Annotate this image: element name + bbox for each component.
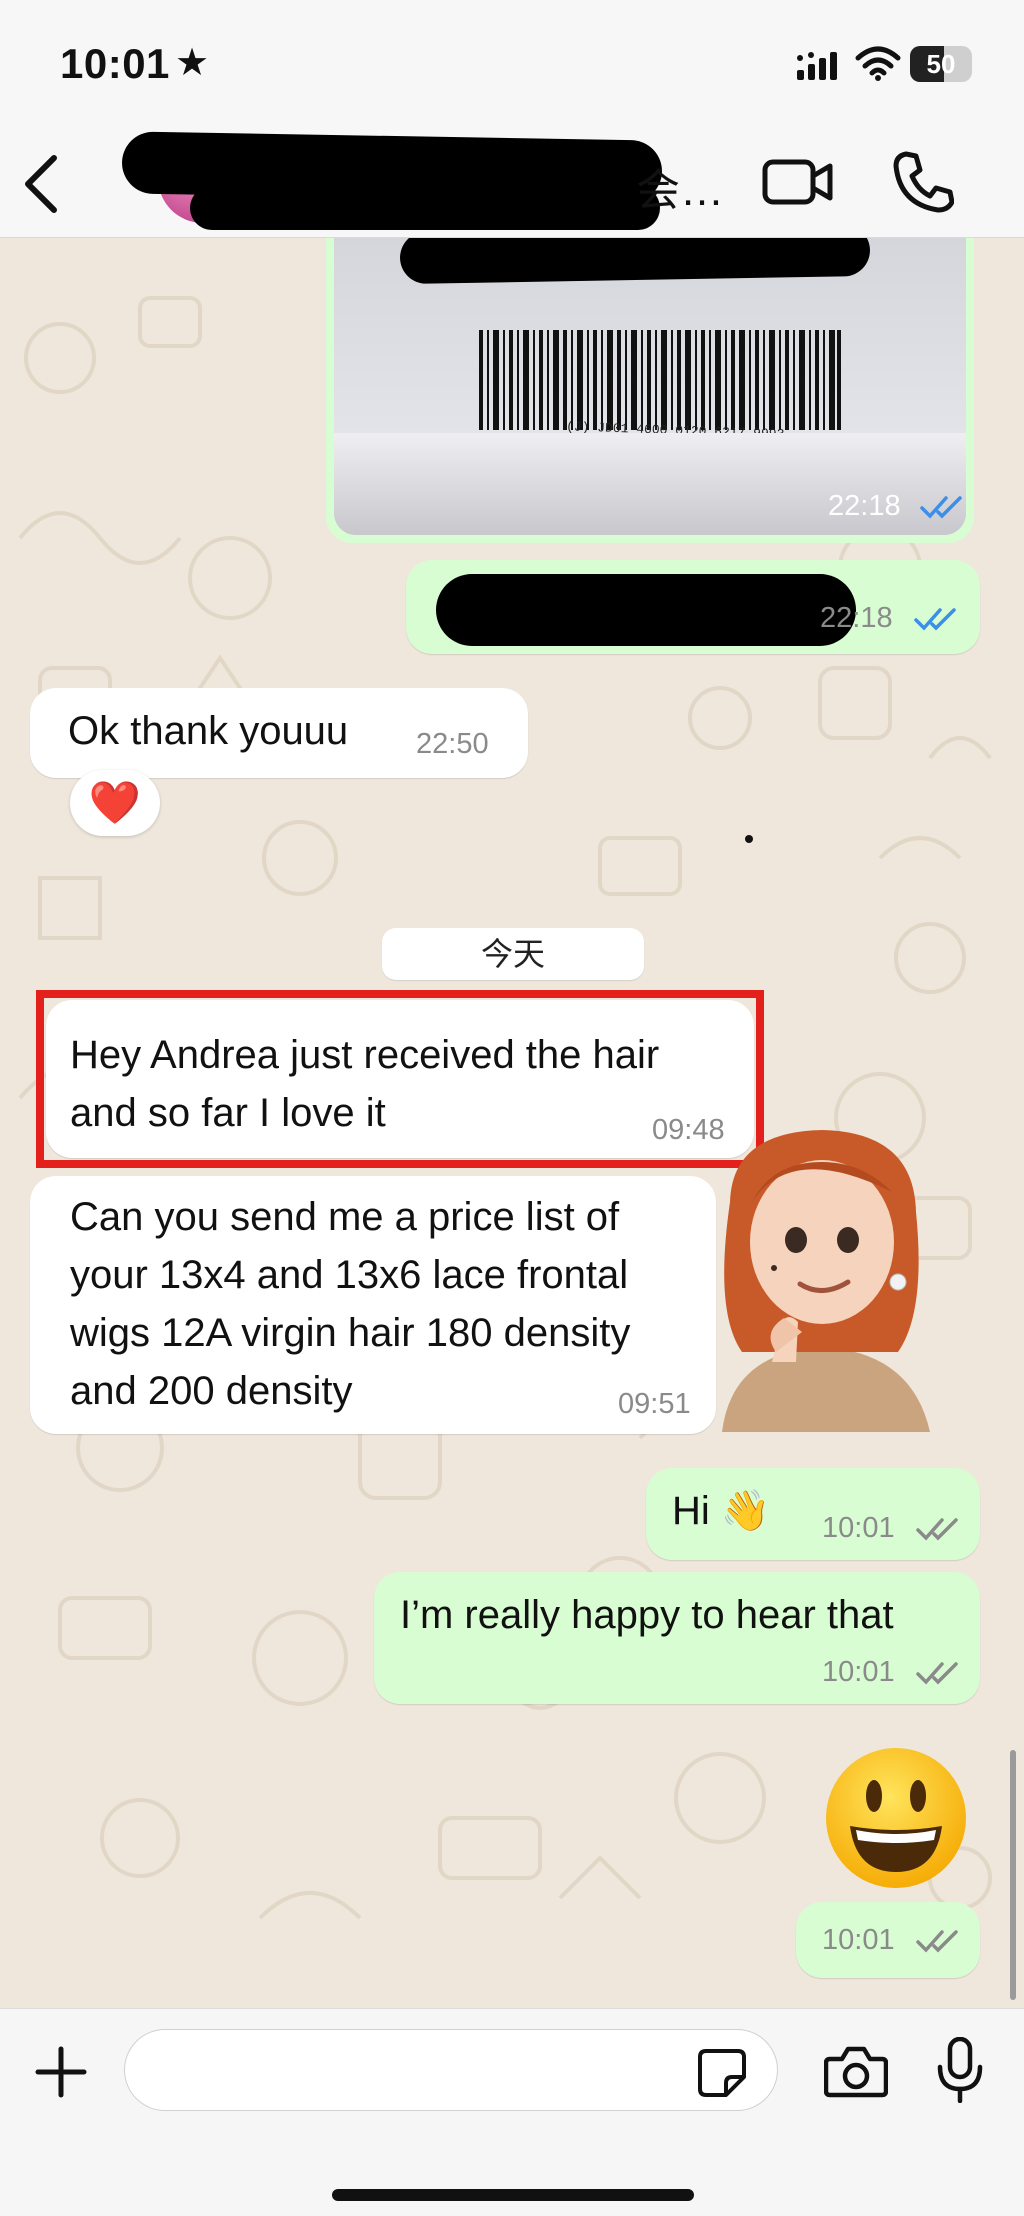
delivered-receipt-icon xyxy=(916,1930,958,1953)
video-call-button[interactable] xyxy=(762,156,834,208)
emoji-message-meta[interactable]: 10:01 xyxy=(796,1902,980,1978)
status-star-icon: ★ xyxy=(175,42,210,84)
incoming-message[interactable]: Ok thank youuu 22:50 xyxy=(30,688,528,778)
message-composer xyxy=(0,2008,1024,2216)
redaction-mark xyxy=(434,248,754,278)
image-message[interactable]: (J) JD01 4600 0120 6217 9993 22:18 xyxy=(326,238,974,543)
message-time: 22:18 xyxy=(820,602,893,634)
sticker-icon[interactable] xyxy=(696,2047,748,2099)
plus-icon[interactable] xyxy=(34,2045,88,2099)
battery-indicator: 50 xyxy=(910,46,972,82)
outgoing-message-redacted[interactable]: 22:18 xyxy=(406,560,980,654)
status-time: 10:01 xyxy=(60,40,170,87)
read-receipt-icon xyxy=(914,608,956,631)
message-time: 09:51 xyxy=(618,1388,691,1420)
message-time: 10:01 xyxy=(822,1512,895,1544)
incoming-message[interactable]: Can you send me a price list of your 13x… xyxy=(30,1176,716,1434)
read-receipt-icon xyxy=(920,496,962,519)
message-time: 22:18 xyxy=(828,490,901,522)
memoji-sticker[interactable] xyxy=(702,1122,942,1432)
outgoing-message[interactable]: I’m really happy to hear that 10:01 xyxy=(374,1572,980,1704)
battery-level: 50 xyxy=(926,49,956,79)
message-text: I’m really happy to hear that xyxy=(400,1593,894,1637)
wifi-icon xyxy=(855,46,901,81)
outgoing-message[interactable]: Hi 👋 10:01 xyxy=(646,1468,980,1560)
camera-icon[interactable] xyxy=(824,2043,888,2099)
heart-reaction[interactable]: ❤️ xyxy=(70,770,160,836)
contact-name[interactable]: 会… xyxy=(636,154,724,218)
message-line: Can you send me a price list of xyxy=(70,1195,620,1239)
message-time: 22:50 xyxy=(416,728,489,760)
back-chevron-icon[interactable] xyxy=(18,152,68,216)
shipping-label-photo[interactable]: (J) JD01 4600 0120 6217 9993 22:18 xyxy=(334,238,966,535)
redaction-mark xyxy=(190,186,660,230)
delivered-receipt-icon xyxy=(916,1662,958,1685)
redaction-mark xyxy=(436,574,856,646)
voice-call-button[interactable] xyxy=(892,150,954,214)
message-time: 10:01 xyxy=(822,1924,895,1956)
stray-dot xyxy=(745,835,753,843)
microphone-icon[interactable] xyxy=(936,2037,984,2103)
home-indicator xyxy=(332,2189,694,2201)
chat-header: 会… xyxy=(0,130,1024,238)
grinning-face-emoji[interactable] xyxy=(822,1744,970,1892)
status-bar: 10:01 ★ 50 xyxy=(0,0,1024,130)
message-text: Hi 👋 xyxy=(672,1489,771,1533)
message-text: Ok thank youuu xyxy=(68,709,349,753)
scrollbar-thumb[interactable] xyxy=(1010,1750,1016,2000)
barcode-graphic xyxy=(479,330,841,430)
message-line: your 13x4 and 13x6 lace frontal xyxy=(70,1253,629,1297)
message-time: 10:01 xyxy=(822,1656,895,1688)
message-input[interactable] xyxy=(124,2029,778,2111)
date-separator: 今天 xyxy=(382,928,644,980)
highlight-box xyxy=(36,990,764,1168)
message-line: and 200 density xyxy=(70,1369,353,1413)
message-line: wigs 12A virgin hair 180 density xyxy=(70,1311,631,1355)
cellular-signal-icon xyxy=(797,52,837,80)
delivered-receipt-icon xyxy=(916,1518,958,1541)
